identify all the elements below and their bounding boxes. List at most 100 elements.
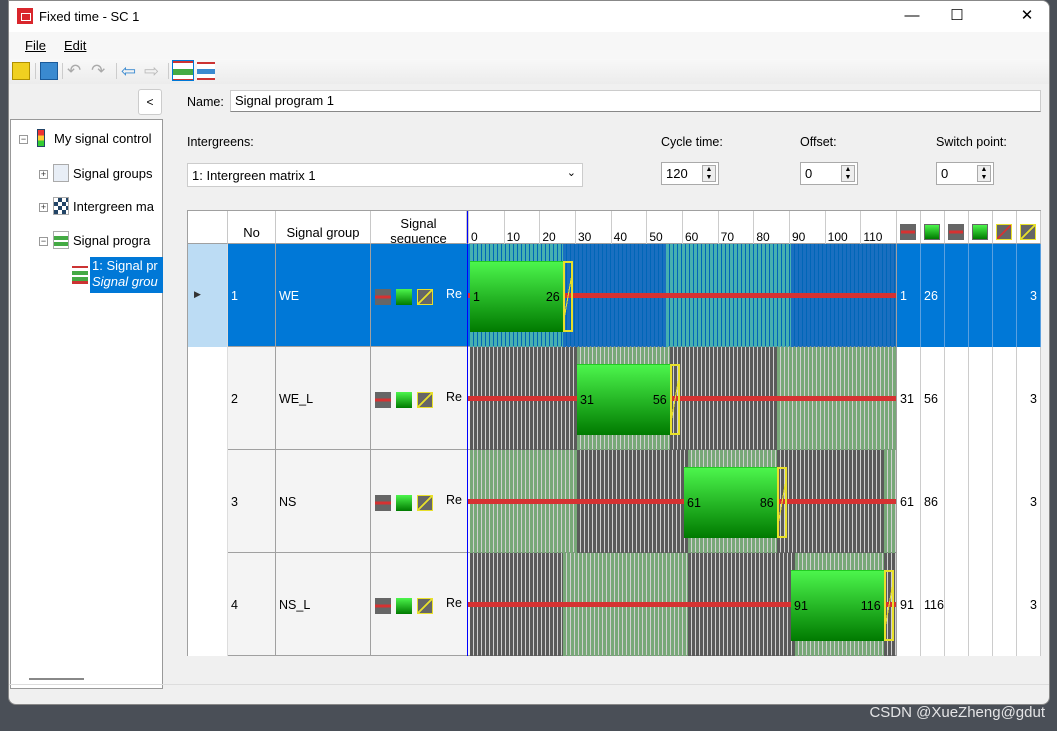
value-cell[interactable]: 1 xyxy=(897,244,921,347)
header-signal-sequence[interactable]: Signal sequence xyxy=(371,211,467,244)
toolbar-separator xyxy=(62,63,63,79)
amber-signal-icon xyxy=(417,289,433,305)
signal-sequence-cell[interactable]: Re xyxy=(371,450,467,553)
maximize-button[interactable]: ☐ xyxy=(934,5,980,29)
amber-phase-bar[interactable] xyxy=(562,261,574,332)
intergreens-dropdown[interactable]: 1: Intergreen matrix 1 ⌄ xyxy=(187,163,583,187)
green-signal-icon xyxy=(396,289,412,305)
tree-item-intergreen-matrices[interactable]: Intergreen ma xyxy=(73,199,154,214)
amber-phase-bar[interactable] xyxy=(776,467,788,538)
tree-item-signal-programs[interactable]: Signal progra xyxy=(73,233,150,248)
tree-item-signal-program-1[interactable]: 1: Signal pr Signal grou xyxy=(90,257,163,293)
value-cell[interactable] xyxy=(969,553,993,656)
cycle-time-stepper[interactable]: 120 ▲ ▼ xyxy=(661,162,719,185)
value-cell[interactable]: 3 xyxy=(1017,244,1041,347)
toolbar: ↶ ↷ ⇦ ⇨ xyxy=(9,59,1049,84)
value-cell[interactable] xyxy=(969,244,993,347)
amber-signal-icon xyxy=(417,495,433,511)
value-cell[interactable] xyxy=(993,553,1017,656)
close-button[interactable]: ✕ xyxy=(1004,5,1049,29)
spin-arrows-icon[interactable]: ▲ ▼ xyxy=(841,165,855,182)
value-cell[interactable]: 3 xyxy=(1017,450,1041,553)
timeline-cell[interactable]: 61 86 xyxy=(467,450,897,553)
value-cell[interactable]: 56 xyxy=(921,347,945,450)
forward-arrow-icon[interactable]: ⇨ xyxy=(144,62,162,80)
table-row[interactable]: 4 NS_L Re 91 116 91 116 3 xyxy=(188,553,1041,656)
green-phase-bar[interactable]: 91 116 xyxy=(791,570,884,641)
signal-sequence-cell[interactable]: Re xyxy=(371,553,467,656)
header-red-end-column[interactable] xyxy=(897,211,921,244)
timeline-cell[interactable]: 91 116 xyxy=(467,553,897,656)
expand-toggle[interactable]: + xyxy=(39,170,48,179)
value-cell[interactable]: 3 xyxy=(1017,347,1041,450)
header-red-crossed-column[interactable] xyxy=(993,211,1017,244)
table-row[interactable]: 2 WE_L Re 31 56 31 56 3 xyxy=(188,347,1041,450)
amber-phase-bar[interactable] xyxy=(883,570,895,641)
header-green-end-column[interactable] xyxy=(969,211,993,244)
horizontal-scrollbar[interactable] xyxy=(29,678,84,680)
signal-group-cell[interactable]: NS_L xyxy=(276,553,371,656)
row-indicator[interactable] xyxy=(188,450,228,553)
value-cell[interactable]: 31 xyxy=(897,347,921,450)
edit-green-times-icon[interactable] xyxy=(172,60,194,81)
value-cell[interactable] xyxy=(969,347,993,450)
value-cell[interactable]: 61 xyxy=(897,450,921,553)
green-phase-bar[interactable]: 1 26 xyxy=(470,261,563,332)
switch-point-stepper[interactable]: 0 ▲ ▼ xyxy=(936,162,994,185)
collapse-sidebar-button[interactable]: < xyxy=(138,89,162,115)
undo-icon[interactable]: ↶ xyxy=(67,62,85,80)
spin-arrows-icon[interactable]: ▲ ▼ xyxy=(977,165,991,182)
green-phase-bar[interactable]: 31 56 xyxy=(577,364,670,435)
header-signal-group[interactable]: Signal group xyxy=(276,211,371,244)
signal-group-cell[interactable]: NS xyxy=(276,450,371,553)
value-cell[interactable]: 91 xyxy=(897,553,921,656)
signal-group-cell[interactable]: WE xyxy=(276,244,371,347)
value-cell[interactable] xyxy=(945,553,969,656)
import-icon[interactable] xyxy=(12,62,30,80)
menu-edit[interactable]: Edit xyxy=(64,38,86,53)
value-cell[interactable]: 3 xyxy=(1017,553,1041,656)
value-cell[interactable] xyxy=(993,347,1017,450)
header-amber-column[interactable] xyxy=(1017,211,1041,244)
timeline-cell[interactable]: 31 56 xyxy=(467,347,897,450)
save-icon[interactable] xyxy=(40,62,58,80)
collapse-toggle[interactable]: − xyxy=(39,237,48,246)
value-cell[interactable] xyxy=(993,244,1017,347)
value-cell[interactable] xyxy=(969,450,993,553)
header-green-end-column[interactable] xyxy=(921,211,945,244)
tree-item-root[interactable]: My signal control xyxy=(54,131,152,146)
spin-arrows-icon[interactable]: ▲ ▼ xyxy=(702,165,716,182)
offset-stepper[interactable]: 0 ▲ ▼ xyxy=(800,162,858,185)
value-cell[interactable]: 86 xyxy=(921,450,945,553)
header-red-end-column[interactable] xyxy=(945,211,969,244)
value-cell[interactable] xyxy=(945,450,969,553)
row-indicator[interactable] xyxy=(188,347,228,450)
value-cell[interactable]: 26 xyxy=(921,244,945,347)
amber-phase-bar[interactable] xyxy=(669,364,681,435)
value-cell[interactable] xyxy=(993,450,1017,553)
row-indicator[interactable] xyxy=(188,553,228,656)
value-cell[interactable]: 116 xyxy=(921,553,945,656)
table-row[interactable]: 3 NS Re 61 86 61 86 3 xyxy=(188,450,1041,553)
timeline-cell[interactable]: 1 26 xyxy=(467,244,897,347)
value-cell-text: 1 xyxy=(900,289,907,303)
header-no[interactable]: No xyxy=(228,211,276,244)
redo-icon[interactable]: ↷ xyxy=(91,62,109,80)
amber-signal-icon xyxy=(417,598,433,614)
table-row[interactable]: ▶ 1 WE Re 1 26 1 26 3 xyxy=(188,244,1041,347)
tree-item-signal-groups[interactable]: Signal groups xyxy=(73,166,153,181)
back-arrow-icon[interactable]: ⇦ xyxy=(121,62,139,80)
signal-group-cell[interactable]: WE_L xyxy=(276,347,371,450)
signal-sequence-cell[interactable]: Re xyxy=(371,347,467,450)
minimize-button[interactable]: — xyxy=(889,5,935,29)
expand-toggle[interactable]: + xyxy=(39,203,48,212)
row-indicator[interactable]: ▶ xyxy=(188,244,228,347)
signal-sequence-cell[interactable]: Re xyxy=(371,244,467,347)
name-input[interactable]: Signal program 1 xyxy=(230,90,1041,112)
adjust-interstage-icon[interactable] xyxy=(197,62,215,80)
green-phase-bar[interactable]: 61 86 xyxy=(684,467,777,538)
collapse-toggle[interactable]: − xyxy=(19,135,28,144)
value-cell[interactable] xyxy=(945,347,969,450)
menu-file[interactable]: File xyxy=(25,38,46,53)
value-cell[interactable] xyxy=(945,244,969,347)
